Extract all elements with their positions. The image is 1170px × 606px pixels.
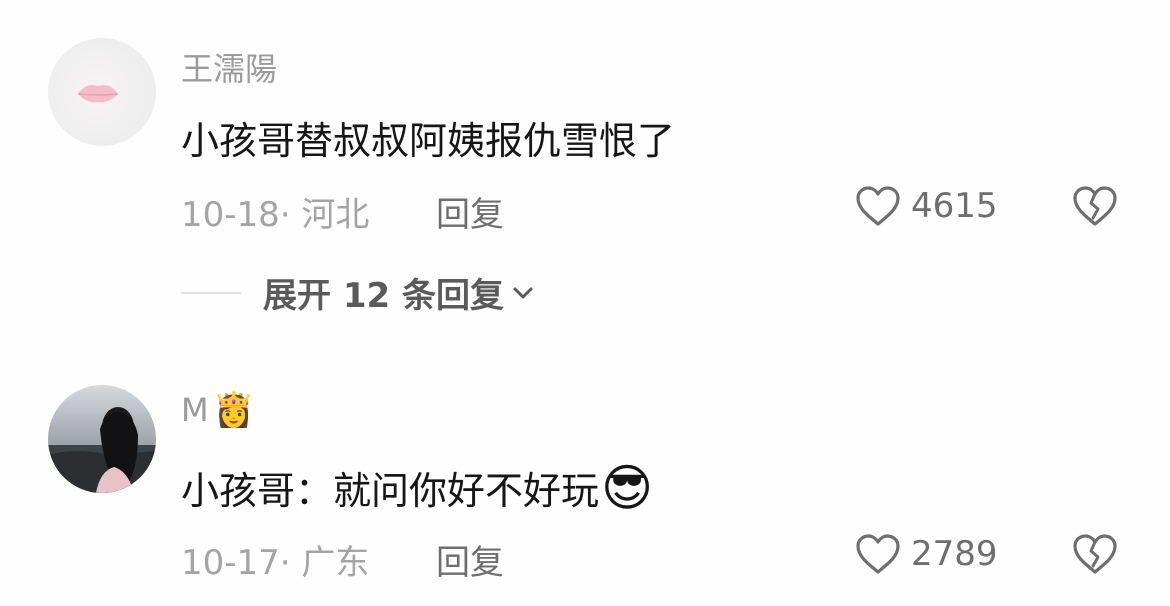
reply-button[interactable]: 回复 [436,535,504,584]
avatar[interactable] [48,385,156,493]
like-button[interactable]: 4615 [855,185,998,227]
dislike-button[interactable] [1072,185,1118,231]
broken-heart-icon [1073,186,1117,226]
heart-outline-icon [856,186,900,226]
reply-button[interactable]: 回复 [436,187,504,236]
like-button[interactable]: 2789 [855,533,998,575]
avatar[interactable] [48,38,156,146]
like-count: 2789 [911,534,998,574]
chevron-down-icon [513,287,533,298]
expand-replies-label: 展开 12 条回复 [263,276,504,316]
lips-icon [77,85,119,103]
heart-outline-icon [856,534,900,574]
username[interactable]: 王濡陽 [181,44,277,90]
expand-replies-button[interactable]: 展开 12 条回复 [181,268,536,317]
sunglasses-emoji-icon: 😎 [601,458,654,517]
princess-emoji-icon: 👸 [212,390,255,430]
comment-text: 小孩哥：就问你好不好玩 😎 [181,460,653,515]
comment-text-content: 小孩哥替叔叔阿姨报仇雪恨了 [181,119,676,163]
divider-line [181,291,241,294]
dislike-button[interactable] [1072,533,1118,579]
like-count: 4615 [911,186,998,226]
date-location: 10-17· 广东 [181,543,370,583]
comment-text: 小孩哥替叔叔阿姨报仇雪恨了 [181,110,675,165]
date-location: 10-18· 河北 [181,195,370,235]
comment-text-content: 小孩哥：就问你好不好玩 [181,469,600,513]
broken-heart-icon [1073,534,1117,574]
username-text: M [181,391,209,429]
girl-photo-icon [48,407,156,493]
username[interactable]: M 👸 [181,390,255,430]
